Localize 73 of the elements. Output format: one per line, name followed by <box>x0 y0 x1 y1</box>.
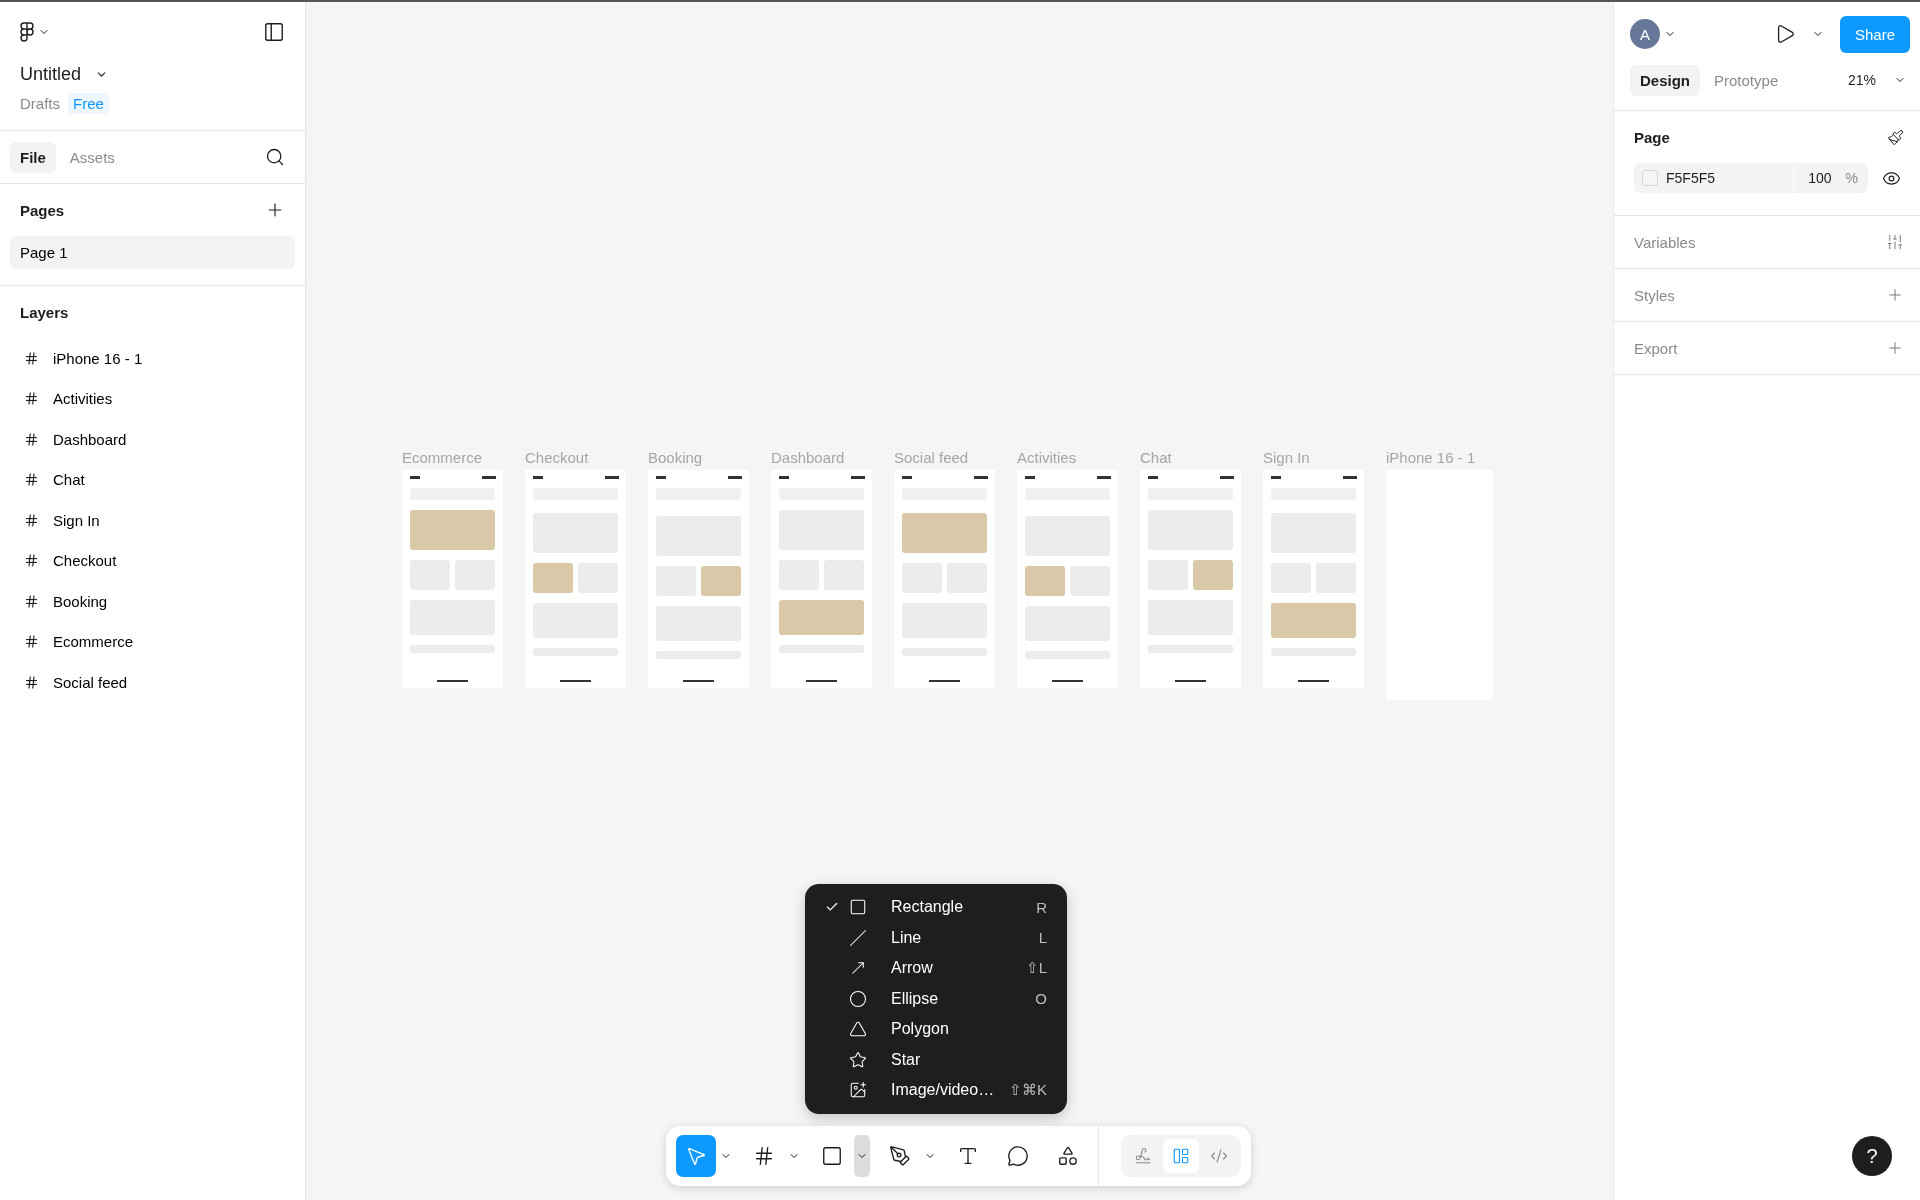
frame-icon <box>24 391 39 407</box>
move-icon <box>685 1145 707 1167</box>
sidebar-toggle-button[interactable] <box>263 21 285 43</box>
layer-item[interactable]: Dashboard <box>0 419 305 460</box>
plus-icon <box>1886 286 1904 304</box>
menu-item[interactable]: Image/video… ⇧⌘K <box>805 1075 1067 1106</box>
zoom-menu-button[interactable]: 21% <box>1847 72 1906 88</box>
panel-tab[interactable]: File <box>10 141 56 173</box>
account-button[interactable]: A <box>1630 19 1676 49</box>
layer-item[interactable]: Ecommerce <box>0 621 305 662</box>
frame-icon <box>24 472 39 488</box>
plus-icon <box>1886 339 1904 357</box>
pen-icon <box>889 1145 911 1167</box>
menu-item[interactable]: Rectangle R <box>805 892 1067 923</box>
ellipse-icon <box>849 989 867 1008</box>
line-icon <box>849 928 867 947</box>
move-tool-button[interactable] <box>676 1135 716 1177</box>
menu-item[interactable]: Line L <box>805 922 1067 953</box>
paint-icon[interactable] <box>1887 128 1904 146</box>
menu-item[interactable]: Ellipse O <box>805 983 1067 1014</box>
frame-icon <box>24 512 39 528</box>
menu-item[interactable]: Polygon <box>805 1014 1067 1045</box>
section-heading: Styles <box>1634 286 1675 304</box>
menu-item[interactable]: Star <box>805 1044 1067 1075</box>
main-menu-button[interactable] <box>20 22 50 42</box>
layer-item[interactable]: Sign In <box>0 500 305 541</box>
polygon-icon <box>849 1020 867 1039</box>
pages-heading: Pages <box>20 201 65 219</box>
file-title[interactable]: Untitled <box>20 64 82 85</box>
layers-heading: Layers <box>20 303 69 321</box>
page-item[interactable]: Page 1 <box>10 236 295 269</box>
layer-item[interactable]: iPhone 16 - 1 <box>0 338 305 379</box>
panel-tab[interactable]: Design <box>1630 64 1700 96</box>
frame-icon <box>24 553 39 569</box>
frame-icon <box>753 1145 775 1167</box>
panel-icon <box>263 21 285 43</box>
sliders-button[interactable] <box>1886 233 1904 251</box>
search-icon <box>265 147 285 167</box>
help-button[interactable]: ? <box>1852 1136 1892 1176</box>
comment-icon <box>1007 1145 1029 1167</box>
rectangle-icon <box>849 898 867 917</box>
page-heading: Page <box>1634 128 1670 146</box>
design-icon <box>1172 1147 1190 1165</box>
layer-item[interactable]: Social feed <box>0 662 305 703</box>
panel-tab[interactable]: Assets <box>59 141 125 173</box>
frame-icon <box>24 674 39 690</box>
layer-item[interactable]: Booking <box>0 581 305 622</box>
layer-item[interactable]: Checkout <box>0 540 305 581</box>
draw-icon <box>1134 1147 1152 1165</box>
avatar: A <box>1630 19 1660 49</box>
frame-icon <box>24 593 39 609</box>
rectangle-icon <box>821 1145 843 1167</box>
page-fill-field[interactable]: F5F5F5 100 % <box>1634 163 1868 193</box>
menu-item[interactable]: Arrow ⇧L <box>805 953 1067 984</box>
logo-icon <box>20 22 34 42</box>
frame-icon <box>24 431 39 447</box>
actions-icon <box>1057 1145 1079 1167</box>
star-icon <box>849 1050 867 1069</box>
sliders-icon <box>1886 233 1904 251</box>
image-icon <box>849 1081 867 1100</box>
section-heading: Variables <box>1634 233 1696 251</box>
panel-tab[interactable]: Prototype <box>1704 64 1789 96</box>
frame-icon <box>24 634 39 650</box>
drafts-link[interactable]: Drafts <box>20 95 60 112</box>
search-button[interactable] <box>265 147 285 167</box>
section-heading: Export <box>1634 339 1678 357</box>
plan-badge: Free <box>68 93 109 114</box>
layer-item[interactable]: Activities <box>0 378 305 419</box>
design-mode-button[interactable] <box>1163 1139 1199 1173</box>
frame-icon <box>24 350 39 366</box>
layer-item[interactable]: Chat <box>0 459 305 500</box>
dev-icon <box>1210 1147 1228 1165</box>
text-icon <box>957 1145 979 1167</box>
